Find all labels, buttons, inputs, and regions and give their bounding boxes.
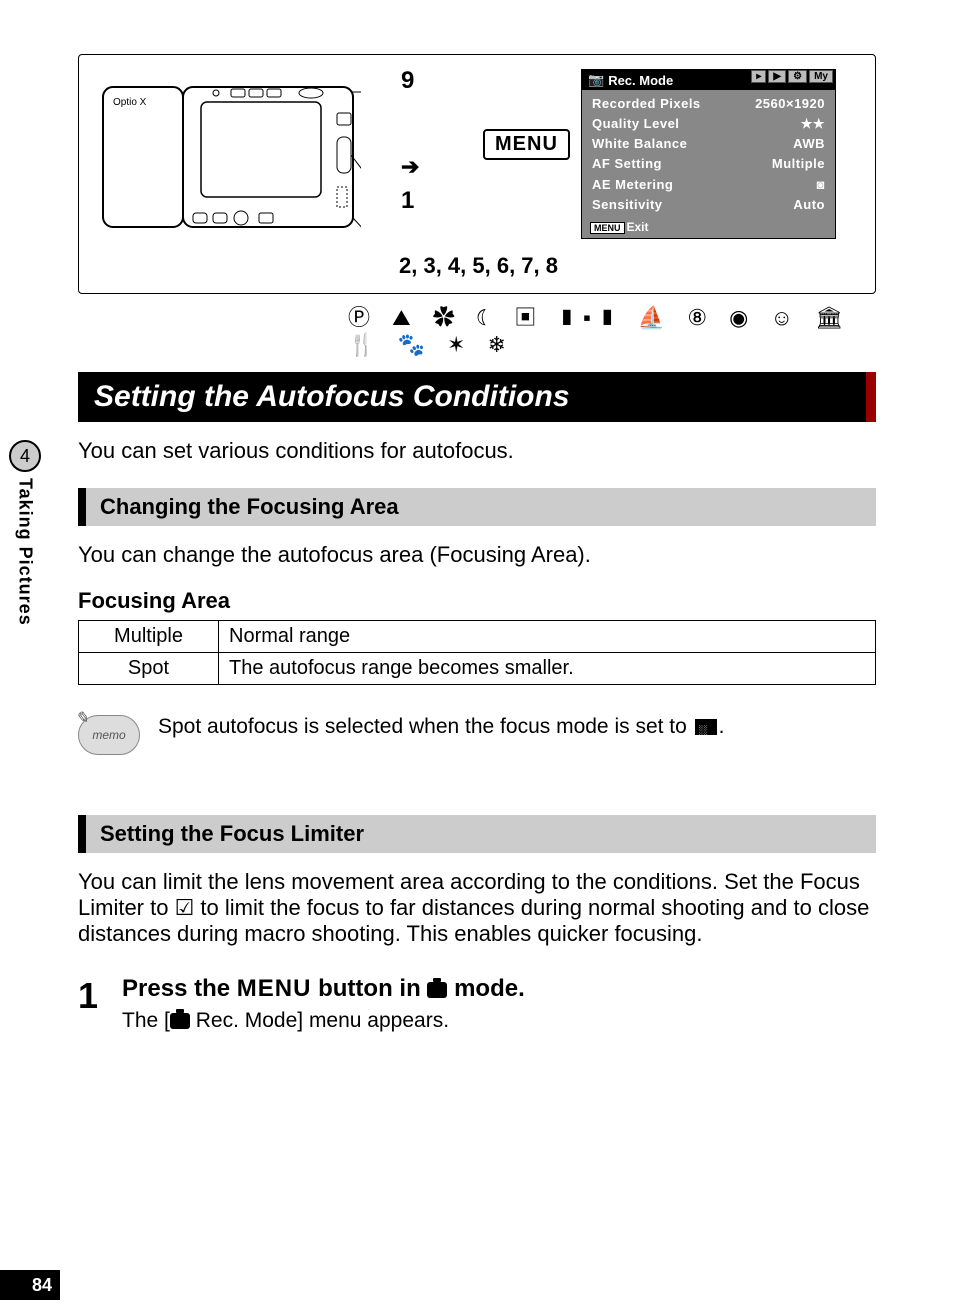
screen-tab: ▸ xyxy=(751,70,766,83)
screen-tab: ⚙ xyxy=(788,70,807,83)
section-title: Setting the Autofocus Conditions xyxy=(78,372,876,422)
cell-key: Spot xyxy=(79,653,219,685)
callout-1: 1 xyxy=(401,187,414,215)
sub2-text: You can limit the lens movement area acc… xyxy=(78,869,876,947)
screen-exit: MENUExit xyxy=(590,220,649,234)
camera-mode-icon xyxy=(170,1013,190,1029)
screen-row: AF SettingMultiple xyxy=(592,154,825,174)
memo-text: Spot autofocus is selected when the focu… xyxy=(158,715,724,739)
screen-row: AE Metering◙ xyxy=(592,175,825,195)
lcd-screen: 📷 Rec. Mode ▸ ▶ ⚙ My Recorded Pixels2560… xyxy=(581,69,836,239)
table-row: Spot The autofocus range becomes smaller… xyxy=(79,653,876,685)
subsection-focusing-area: Changing the Focusing Area xyxy=(78,488,876,526)
top-diagram: Optio X 9 1 2, 3, 4, 5, 6, 7, 8 xyxy=(78,54,876,294)
arrow-icon: ➔ xyxy=(401,154,419,180)
screen-row: SensitivityAuto xyxy=(592,195,825,215)
screen-row: White BalanceAWB xyxy=(592,134,825,154)
chapter-side-tab: 4 Taking Pictures xyxy=(0,440,50,626)
screen-tab: ▶ xyxy=(768,70,786,83)
page-number: 84 xyxy=(0,1270,60,1300)
svg-text:Optio X: Optio X xyxy=(113,97,147,108)
step-title: Press the MENU button in mode. xyxy=(122,975,525,1003)
menu-tag: MENU xyxy=(590,222,625,234)
chapter-label: Taking Pictures xyxy=(15,478,36,626)
step-number: 1 xyxy=(78,975,98,1033)
exit-label: Exit xyxy=(627,220,649,234)
table-row: Multiple Normal range xyxy=(79,621,876,653)
screen-tab: My xyxy=(809,70,833,83)
callout-9: 9 xyxy=(401,67,414,95)
screen-title: Rec. Mode xyxy=(608,73,673,88)
menu-button-graphic: MENU xyxy=(483,129,570,160)
focusing-area-table: Multiple Normal range Spot The autofocus… xyxy=(78,620,876,685)
callout-steps: 2, 3, 4, 5, 6, 7, 8 xyxy=(399,253,558,279)
cell-value: Normal range xyxy=(219,621,876,653)
memo-icon: memo xyxy=(78,715,140,755)
sub1-text: You can change the autofocus area (Focus… xyxy=(78,542,876,568)
screen-tabs: ▸ ▶ ⚙ My xyxy=(751,70,833,83)
menu-word: MENU xyxy=(237,975,312,1002)
cell-key: Multiple xyxy=(79,621,219,653)
camera-illustration: Optio X xyxy=(101,77,361,237)
screen-row: Recorded Pixels2560×1920 xyxy=(592,94,825,114)
screen-header: 📷 Rec. Mode ▸ ▶ ⚙ My xyxy=(582,70,835,90)
screen-row: Quality Level★★ xyxy=(592,114,825,134)
camera-mode-icon xyxy=(427,982,447,998)
grid-focus-icon xyxy=(695,719,717,735)
subsection-focus-limiter: Setting the Focus Limiter xyxy=(78,815,876,853)
step-sub: The [ Rec. Mode] menu appears. xyxy=(122,1009,525,1033)
intro-text: You can set various conditions for autof… xyxy=(78,438,876,464)
cell-value: The autofocus range becomes smaller. xyxy=(219,653,876,685)
camera-icon: 📷 xyxy=(588,72,604,88)
memo-block: memo Spot autofocus is selected when the… xyxy=(78,715,876,755)
table-caption: Focusing Area xyxy=(78,588,876,614)
screen-rows: Recorded Pixels2560×1920 Quality Level★★… xyxy=(582,90,835,217)
mode-icons-row: Ⓟ ⛰ ✿ ☾ ▣ ▮▪▮ ⛵ ⑧ ◉ ☺ 🏛 🍴 🐾 ✶ ❄ xyxy=(78,300,876,358)
step-1: 1 Press the MENU button in mode. The [ R… xyxy=(78,975,876,1033)
chapter-number-badge: 4 xyxy=(9,440,41,472)
